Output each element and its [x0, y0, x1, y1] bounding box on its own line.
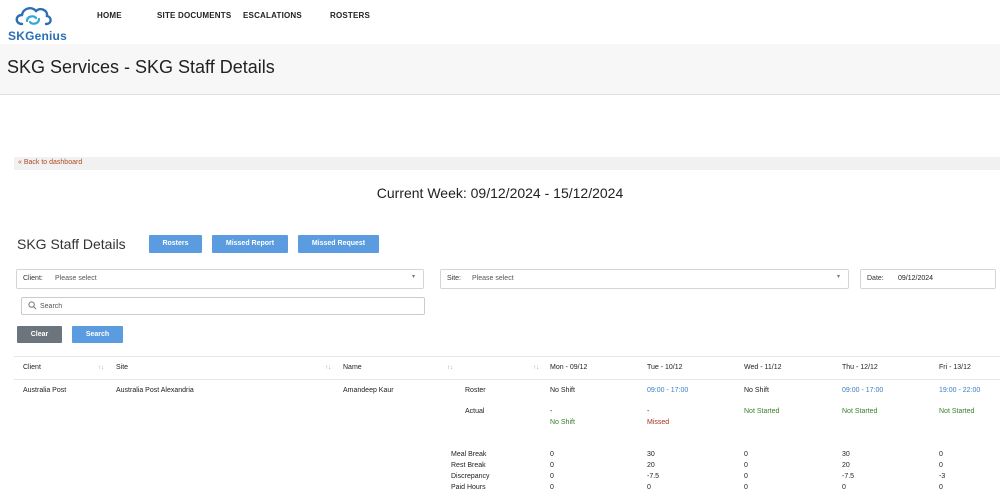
label-actual: Actual [465, 408, 485, 415]
thu-roster-link[interactable]: 09:00 - 17:00 [842, 387, 883, 394]
client-label: Client: [23, 275, 43, 282]
tue-status: Missed [647, 419, 670, 426]
column-client[interactable]: Client [23, 364, 41, 371]
label-discrepancy: Discrepancy [451, 473, 490, 480]
fri-status: Not Started [939, 408, 975, 415]
thu-discrepancy: -7.5 [842, 473, 855, 480]
search-button[interactable]: Search [72, 326, 123, 343]
tue-actual: - [647, 408, 650, 415]
tue-roster-link[interactable]: 09:00 - 17:00 [647, 387, 688, 394]
column-name[interactable]: Name [343, 364, 362, 371]
label-rest-break: Rest Break [451, 462, 486, 469]
thu-status: Not Started [842, 408, 878, 415]
sort-icon[interactable]: ↑↓ [447, 365, 453, 371]
missed-request-button[interactable]: Missed Request [298, 235, 379, 253]
mon-paid: 0 [550, 484, 554, 491]
mon-rest: 0 [550, 462, 554, 469]
thu-paid: 0 [842, 484, 846, 491]
client-select[interactable]: Client: Please select ▾ [16, 269, 424, 289]
cloud-logo-icon [15, 7, 52, 26]
section-title: SKG Staff Details [17, 236, 126, 252]
column-thu: Thu - 12/12 [842, 364, 878, 371]
thu-rest: 20 [842, 462, 850, 469]
column-site[interactable]: Site [116, 364, 128, 371]
top-navigation-bar: SKGenius HOME SITE DOCUMENTS ESCALATIONS… [0, 0, 1000, 45]
cell-site: Australia Post Alexandria [116, 387, 194, 394]
tue-rest: 20 [647, 462, 655, 469]
site-select[interactable]: Site: Please select ▾ [440, 269, 849, 289]
nav-home[interactable]: HOME [97, 11, 122, 20]
current-week-heading: Current Week: 09/12/2024 - 15/12/2024 [376, 185, 624, 201]
date-field[interactable]: Date: 09/12/2024 [860, 269, 996, 289]
back-to-dashboard-link[interactable]: « Back to dashboard [18, 159, 82, 166]
brand-logo-text[interactable]: SKGenius [8, 29, 67, 43]
tue-paid: 0 [647, 484, 651, 491]
site-label: Site: [447, 275, 462, 282]
tue-meal: 30 [647, 451, 655, 458]
nav-site-documents[interactable]: SITE DOCUMENTS [157, 11, 231, 20]
wed-status: Not Started [744, 408, 780, 415]
chevron-down-icon: ▾ [411, 274, 415, 280]
sort-icon[interactable]: ↑↓ [325, 365, 331, 371]
title-bar: SKG Services - SKG Staff Details [0, 44, 1000, 95]
nav-escalations[interactable]: ESCALATIONS [243, 11, 302, 20]
thu-meal: 30 [842, 451, 850, 458]
page-title: SKG Services - SKG Staff Details [7, 57, 275, 77]
missed-report-button[interactable]: Missed Report [212, 235, 288, 253]
mon-discrepancy: 0 [550, 473, 554, 480]
label-roster: Roster [465, 387, 486, 394]
date-value: 09/12/2024 [898, 275, 934, 282]
tue-discrepancy: -7.5 [647, 473, 660, 480]
sort-icon[interactable]: ↑↓ [533, 365, 539, 371]
fri-rest: 0 [939, 462, 943, 469]
label-meal-break: Meal Break [451, 451, 487, 458]
wed-discrepancy: 0 [744, 473, 748, 480]
cell-client: Australia Post [23, 387, 67, 394]
sort-icon[interactable]: ↑↓ [98, 365, 104, 371]
wed-rest: 0 [744, 462, 748, 469]
client-value: Please select [55, 275, 97, 282]
mon-actual: - [550, 408, 553, 415]
column-mon: Mon - 09/12 [550, 364, 588, 371]
rosters-button[interactable]: Rosters [149, 235, 202, 253]
fri-meal: 0 [939, 451, 943, 458]
wed-meal: 0 [744, 451, 748, 458]
mon-meal: 0 [550, 451, 554, 458]
wed-paid: 0 [744, 484, 748, 491]
back-bar: « Back to dashboard [14, 157, 1000, 170]
column-wed: Wed - 11/12 [744, 364, 782, 371]
mon-status: No Shift [550, 419, 575, 426]
chevron-down-icon: ▾ [836, 274, 840, 280]
clear-button[interactable]: Clear [17, 326, 62, 343]
site-value: Please select [472, 275, 514, 282]
date-label: Date: [867, 275, 884, 282]
mon-roster: No Shift [550, 387, 575, 394]
search-input[interactable] [38, 299, 422, 313]
column-tue: Tue - 10/12 [647, 364, 683, 371]
fri-roster-link[interactable]: 19:00 - 22:00 [939, 387, 980, 394]
cell-name: Amandeep Kaur [343, 387, 394, 394]
column-fri: Fri - 13/12 [939, 364, 971, 371]
label-paid-hours: Paid Hours [451, 484, 486, 491]
table-header: Client ↑↓ Site ↑↓ Name ↑↓ ↑↓ Mon - 09/12… [14, 356, 1000, 380]
fri-discrepancy: -3 [939, 473, 946, 480]
nav-rosters[interactable]: ROSTERS [330, 11, 370, 20]
search-icon [28, 301, 37, 310]
fri-paid: 0 [939, 484, 943, 491]
wed-roster: No Shift [744, 387, 769, 394]
search-box[interactable] [21, 297, 425, 315]
